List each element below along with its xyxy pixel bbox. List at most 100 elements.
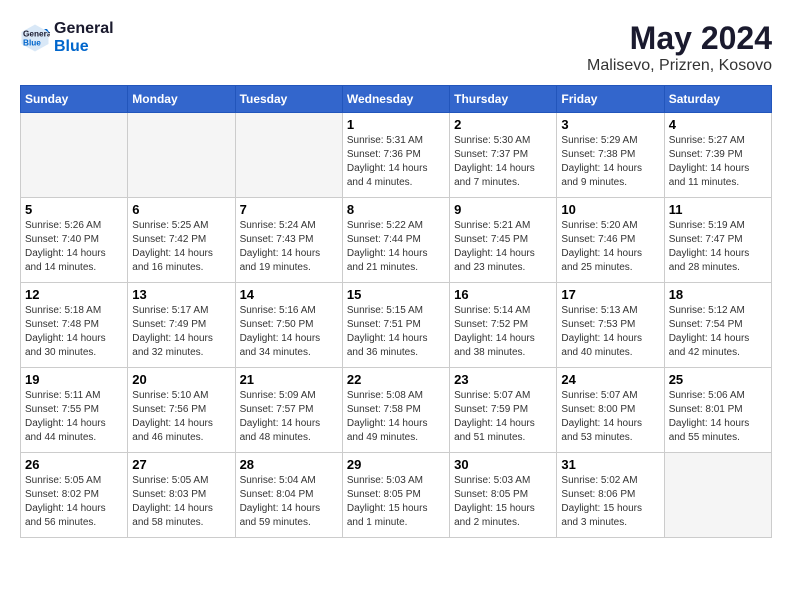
- day-info: Sunrise: 5:03 AM Sunset: 8:05 PM Dayligh…: [454, 474, 552, 530]
- day-number: 28: [240, 457, 338, 472]
- weekday-header-saturday: Saturday: [664, 86, 771, 113]
- day-number: 13: [132, 287, 230, 302]
- calendar-cell: [235, 113, 342, 198]
- calendar-cell: 7 Sunrise: 5:24 AM Sunset: 7:43 PM Daylig…: [235, 198, 342, 283]
- day-info: Sunrise: 5:29 AM Sunset: 7:38 PM Dayligh…: [561, 134, 659, 190]
- week-row-3: 12Sunrise: 5:18 AM Sunset: 7:48 PM Dayli…: [21, 283, 772, 368]
- day-number: 10: [561, 202, 659, 217]
- day-info: Sunrise: 5:17 AM Sunset: 7:49 PM Dayligh…: [132, 304, 230, 360]
- calendar-cell: 11 Sunrise: 5:19 AM Sunset: 7:47 PM Dayli…: [664, 198, 771, 283]
- day-number: 30: [454, 457, 552, 472]
- day-info: Sunrise: 5:12 AM Sunset: 7:54 PM Dayligh…: [669, 304, 767, 360]
- day-number: 31: [561, 457, 659, 472]
- day-info: Sunrise: 5:05 AM Sunset: 8:02 PM Dayligh…: [25, 474, 123, 530]
- day-info: Sunrise: 5:21 AM Sunset: 7:45 PM Dayligh…: [454, 219, 552, 275]
- day-number: 1: [347, 117, 445, 132]
- calendar-cell: 31Sunrise: 5:02 AM Sunset: 8:06 PM Dayli…: [557, 453, 664, 538]
- day-number: 2: [454, 117, 552, 132]
- calendar-cell: 4 Sunrise: 5:27 AM Sunset: 7:39 PM Daylig…: [664, 113, 771, 198]
- calendar-cell: 27Sunrise: 5:05 AM Sunset: 8:03 PM Dayli…: [128, 453, 235, 538]
- day-info: Sunrise: 5:27 AM Sunset: 7:39 PM Dayligh…: [669, 134, 767, 190]
- day-number: 18: [669, 287, 767, 302]
- day-info: Sunrise: 5:30 AM Sunset: 7:37 PM Dayligh…: [454, 134, 552, 190]
- day-info: Sunrise: 5:24 AM Sunset: 7:43 PM Dayligh…: [240, 219, 338, 275]
- day-number: 15: [347, 287, 445, 302]
- month-title: May 2024: [587, 20, 772, 57]
- weekday-header-friday: Friday: [557, 86, 664, 113]
- day-info: Sunrise: 5:08 AM Sunset: 7:58 PM Dayligh…: [347, 389, 445, 445]
- day-number: 25: [669, 372, 767, 387]
- day-info: Sunrise: 5:11 AM Sunset: 7:55 PM Dayligh…: [25, 389, 123, 445]
- weekday-header-sunday: Sunday: [21, 86, 128, 113]
- day-number: 16: [454, 287, 552, 302]
- day-number: 17: [561, 287, 659, 302]
- calendar-cell: [664, 453, 771, 538]
- day-number: 23: [454, 372, 552, 387]
- weekday-header-wednesday: Wednesday: [342, 86, 449, 113]
- day-number: 20: [132, 372, 230, 387]
- day-number: 21: [240, 372, 338, 387]
- calendar-cell: 3 Sunrise: 5:29 AM Sunset: 7:38 PM Daylig…: [557, 113, 664, 198]
- day-info: Sunrise: 5:18 AM Sunset: 7:48 PM Dayligh…: [25, 304, 123, 360]
- week-row-4: 19 Sunrise: 5:11 AM Sunset: 7:55 PM Dayli…: [21, 368, 772, 453]
- logo: General Blue General Blue: [20, 20, 114, 55]
- calendar-cell: 6 Sunrise: 5:25 AM Sunset: 7:42 PM Daylig…: [128, 198, 235, 283]
- calendar-cell: 16 Sunrise: 5:14 AM Sunset: 7:52 PM Dayli…: [450, 283, 557, 368]
- calendar-cell: [21, 113, 128, 198]
- day-info: Sunrise: 5:22 AM Sunset: 7:44 PM Dayligh…: [347, 219, 445, 275]
- calendar-cell: 21 Sunrise: 5:09 AM Sunset: 7:57 PM Dayli…: [235, 368, 342, 453]
- calendar-cell: 22 Sunrise: 5:08 AM Sunset: 7:58 PM Dayli…: [342, 368, 449, 453]
- day-info: Sunrise: 5:31 AM Sunset: 7:36 PM Dayligh…: [347, 134, 445, 190]
- day-number: 6: [132, 202, 230, 217]
- day-info: Sunrise: 5:06 AM Sunset: 8:01 PM Dayligh…: [669, 389, 767, 445]
- day-number: 7: [240, 202, 338, 217]
- day-info: Sunrise: 5:05 AM Sunset: 8:03 PM Dayligh…: [132, 474, 230, 530]
- week-row-2: 5Sunrise: 5:26 AM Sunset: 7:40 PM Daylig…: [21, 198, 772, 283]
- day-info: Sunrise: 5:10 AM Sunset: 7:56 PM Dayligh…: [132, 389, 230, 445]
- calendar-cell: 23 Sunrise: 5:07 AM Sunset: 7:59 PM Dayli…: [450, 368, 557, 453]
- calendar-cell: 9 Sunrise: 5:21 AM Sunset: 7:45 PM Daylig…: [450, 198, 557, 283]
- day-info: Sunrise: 5:09 AM Sunset: 7:57 PM Dayligh…: [240, 389, 338, 445]
- day-info: Sunrise: 5:26 AM Sunset: 7:40 PM Dayligh…: [25, 219, 123, 275]
- day-number: 14: [240, 287, 338, 302]
- calendar-cell: 14Sunrise: 5:16 AM Sunset: 7:50 PM Dayli…: [235, 283, 342, 368]
- day-info: Sunrise: 5:07 AM Sunset: 7:59 PM Dayligh…: [454, 389, 552, 445]
- day-number: 26: [25, 457, 123, 472]
- logo-text-general: General: [54, 20, 114, 38]
- weekday-header-row: SundayMondayTuesdayWednesdayThursdayFrid…: [21, 86, 772, 113]
- title-section: May 2024 Malisevo, Prizren, Kosovo: [587, 20, 772, 75]
- calendar-cell: 2 Sunrise: 5:30 AM Sunset: 7:37 PM Daylig…: [450, 113, 557, 198]
- day-info: Sunrise: 5:14 AM Sunset: 7:52 PM Dayligh…: [454, 304, 552, 360]
- logo-text-blue: Blue: [54, 38, 114, 56]
- day-number: 24: [561, 372, 659, 387]
- logo-icon: General Blue: [20, 23, 50, 53]
- day-number: 19: [25, 372, 123, 387]
- day-number: 4: [669, 117, 767, 132]
- calendar-cell: 17Sunrise: 5:13 AM Sunset: 7:53 PM Dayli…: [557, 283, 664, 368]
- page-header: General Blue General Blue May 2024 Malis…: [20, 20, 772, 75]
- weekday-header-monday: Monday: [128, 86, 235, 113]
- calendar-cell: 13 Sunrise: 5:17 AM Sunset: 7:49 PM Dayli…: [128, 283, 235, 368]
- svg-text:General: General: [23, 29, 50, 38]
- day-info: Sunrise: 5:15 AM Sunset: 7:51 PM Dayligh…: [347, 304, 445, 360]
- day-number: 9: [454, 202, 552, 217]
- day-number: 3: [561, 117, 659, 132]
- day-info: Sunrise: 5:25 AM Sunset: 7:42 PM Dayligh…: [132, 219, 230, 275]
- calendar-cell: 1 Sunrise: 5:31 AM Sunset: 7:36 PM Daylig…: [342, 113, 449, 198]
- calendar-cell: 15 Sunrise: 5:15 AM Sunset: 7:51 PM Dayli…: [342, 283, 449, 368]
- calendar-cell: [128, 113, 235, 198]
- weekday-header-tuesday: Tuesday: [235, 86, 342, 113]
- weekday-header-thursday: Thursday: [450, 86, 557, 113]
- location-text: Malisevo, Prizren, Kosovo: [587, 57, 772, 75]
- week-row-1: 1 Sunrise: 5:31 AM Sunset: 7:36 PM Daylig…: [21, 113, 772, 198]
- calendar-cell: 12Sunrise: 5:18 AM Sunset: 7:48 PM Dayli…: [21, 283, 128, 368]
- calendar-cell: 10Sunrise: 5:20 AM Sunset: 7:46 PM Dayli…: [557, 198, 664, 283]
- day-info: Sunrise: 5:19 AM Sunset: 7:47 PM Dayligh…: [669, 219, 767, 275]
- day-number: 11: [669, 202, 767, 217]
- day-info: Sunrise: 5:03 AM Sunset: 8:05 PM Dayligh…: [347, 474, 445, 530]
- calendar-cell: 30 Sunrise: 5:03 AM Sunset: 8:05 PM Dayli…: [450, 453, 557, 538]
- day-info: Sunrise: 5:07 AM Sunset: 8:00 PM Dayligh…: [561, 389, 659, 445]
- svg-text:Blue: Blue: [23, 38, 41, 47]
- calendar-cell: 29Sunrise: 5:03 AM Sunset: 8:05 PM Dayli…: [342, 453, 449, 538]
- day-number: 22: [347, 372, 445, 387]
